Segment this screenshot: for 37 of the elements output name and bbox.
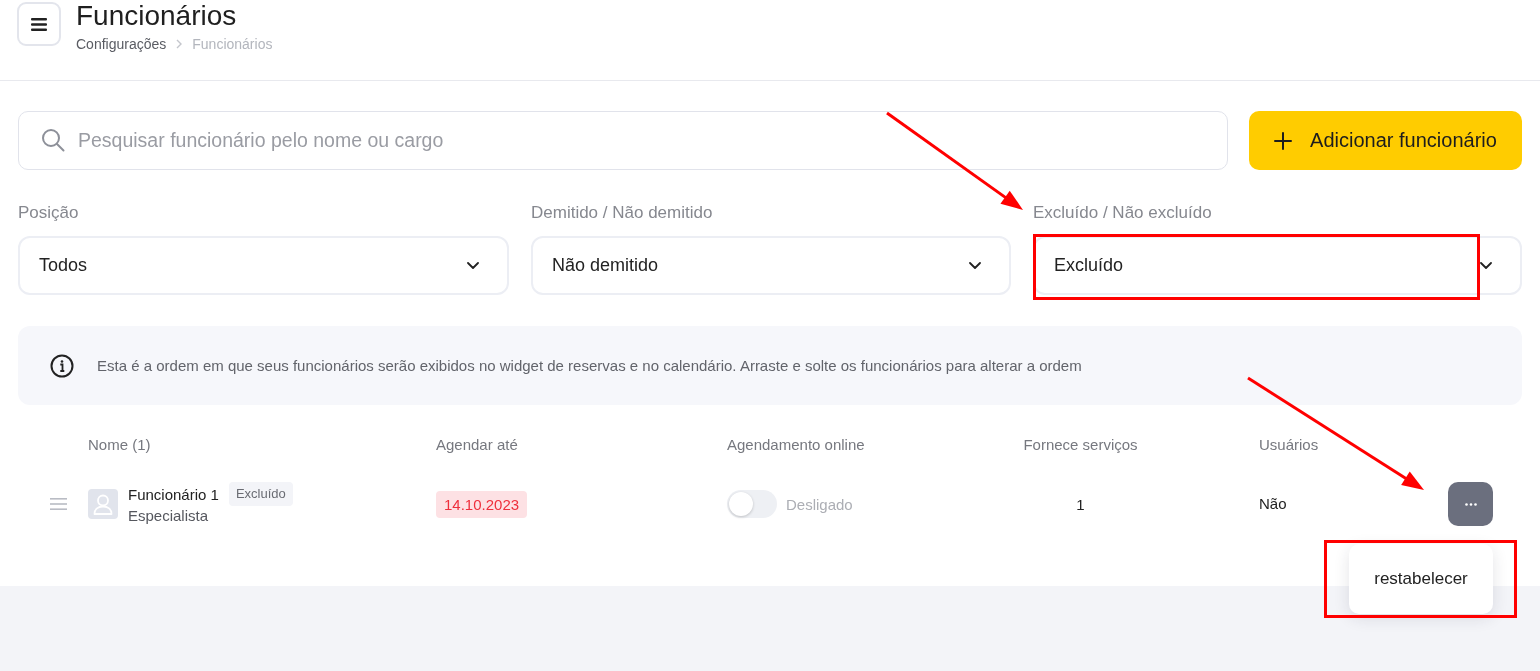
drag-handle-icon[interactable]	[50, 498, 67, 510]
status-tag: Excluído	[228, 482, 293, 506]
plus-icon	[1274, 131, 1293, 150]
chevron-down-icon	[467, 262, 479, 269]
info-text: Esta é a ordem em que seus funcionários serão exibidos no widget de reservas e no calendário. Arraste e solte os funcionários para alterar a ordem	[97, 357, 1082, 374]
column-header: Nome (1)	[88, 435, 151, 453]
breadcrumb-link[interactable]: Configurações	[76, 36, 167, 52]
filter-label: Posição	[18, 203, 79, 223]
table-cell: Não	[1259, 495, 1287, 512]
select-field[interactable]: Não demitido	[531, 236, 1011, 295]
menu-item[interactable]: restabelecer	[1368, 565, 1474, 593]
select-field[interactable]: Todos	[18, 236, 509, 295]
employee-name: Funcionário 1	[128, 485, 219, 503]
toggle-label: Desligado	[786, 495, 853, 513]
chevron-down-icon	[969, 262, 981, 269]
chevron-down-icon	[1480, 262, 1492, 269]
more-button[interactable]	[1448, 482, 1493, 526]
page-title: Funcionários	[76, 0, 238, 32]
column-header: Agendamento online	[727, 435, 865, 453]
add-employee-button[interactable]: Adicionar funcionário	[1249, 111, 1522, 170]
info-icon	[50, 353, 74, 378]
filter-label: Excluído / Não excluído	[1033, 203, 1212, 223]
toggle-switch[interactable]	[727, 490, 777, 518]
column-header: Fornece serviços	[1023, 435, 1138, 453]
column-header: Agendar até	[436, 435, 518, 453]
date-tag: 14.10.2023	[436, 490, 528, 518]
table-cell: 1	[1076, 495, 1085, 513]
employee-role: Especialista	[128, 506, 209, 526]
more-icon	[1464, 502, 1477, 506]
chevron-right-icon	[176, 39, 183, 49]
filter-label: Demitido / Não demitido	[531, 203, 713, 223]
avatar-icon	[88, 489, 118, 519]
menu-icon	[31, 17, 47, 31]
search-field[interactable]: Pesquisar funcionário pelo nome ou cargo	[18, 111, 1228, 170]
column-header: Usuários	[1259, 435, 1319, 453]
menu-button[interactable]	[17, 2, 61, 46]
search-icon	[41, 128, 65, 152]
